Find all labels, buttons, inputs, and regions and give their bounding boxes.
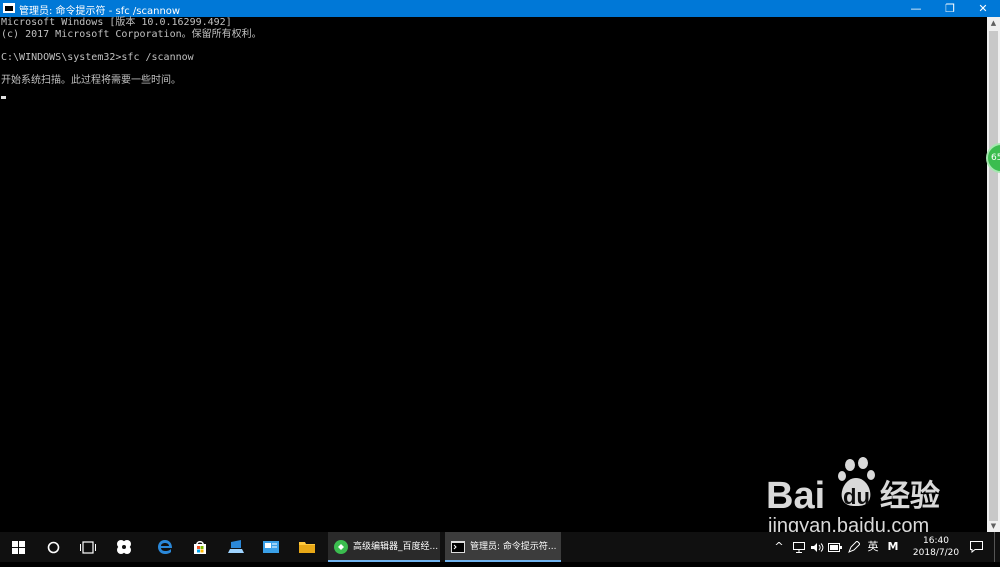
app-download-icon[interactable] [218, 532, 254, 562]
action-center-icon[interactable] [966, 532, 986, 562]
task-view-icon[interactable] [70, 532, 106, 562]
console-line: C:\WINDOWS\system32>sfc /scannow [1, 51, 194, 63]
ime-language-indicator[interactable]: 英 [864, 532, 882, 562]
ime-mode-indicator[interactable]: M [884, 532, 902, 562]
cmd-icon [3, 3, 15, 13]
console-scrollbar[interactable]: ▲ ▼ [987, 17, 1000, 532]
network-icon[interactable] [790, 532, 808, 562]
edge-browser-icon[interactable] [147, 532, 183, 562]
scrollbar-thumb[interactable] [989, 31, 998, 521]
svg-text:du: du [843, 484, 870, 509]
pen-workspace-icon[interactable] [845, 532, 863, 562]
taskbar-app-browser[interactable]: 高级编辑器_百度经... [328, 532, 440, 562]
volume-icon[interactable] [808, 532, 826, 562]
store-icon[interactable] [182, 532, 218, 562]
restore-button[interactable]: ❐ [933, 0, 967, 17]
taskbar-clock[interactable]: 16:40 2018/7/20 [908, 535, 964, 559]
cortana-search-icon[interactable] [35, 532, 71, 562]
show-desktop-button[interactable] [994, 532, 1000, 562]
console-line: Microsoft Windows [版本 10.0.16299.492] [1, 17, 232, 28]
scroll-down-arrow-icon[interactable]: ▼ [987, 520, 1000, 532]
clock-date: 2018/7/20 [912, 548, 960, 558]
browser-icon [334, 540, 348, 554]
taskbar: 高级编辑器_百度经... 管理员: 命令提示符... ^ 英 M 16:40 2… [0, 532, 1000, 562]
taskbar-app-label: 管理员: 命令提示符... [470, 542, 557, 552]
fan-app-icon[interactable] [106, 532, 142, 562]
baidu-watermark: Bai du 经验 jingyan.baidu.com [766, 457, 940, 536]
windows-start-icon[interactable] [0, 532, 36, 562]
window-titlebar[interactable]: 管理员: 命令提示符 - sfc /scannow — ❐ ✕ [0, 0, 1000, 17]
minimize-button[interactable]: — [899, 0, 933, 17]
mail-app-icon[interactable] [253, 532, 289, 562]
console-line: (c) 2017 Microsoft Corporation。保留所有权利。 [1, 28, 262, 40]
watermark-brand-suffix: 经验 [880, 479, 940, 514]
text-cursor [1, 96, 6, 99]
file-explorer-icon[interactable] [289, 532, 325, 562]
console-line: 开始系统扫描。此过程将需要一些时间。 [1, 75, 181, 86]
battery-icon[interactable] [826, 532, 844, 562]
taskbar-app-label: 高级编辑器_百度经... [353, 542, 439, 552]
clock-time: 16:40 [923, 536, 949, 546]
console-output[interactable]: Microsoft Windows [版本 10.0.16299.492] (c… [0, 17, 987, 532]
taskbar-app-cmd[interactable]: 管理员: 命令提示符... [445, 532, 561, 562]
close-button[interactable]: ✕ [966, 0, 1000, 17]
scroll-up-arrow-icon[interactable]: ▲ [987, 17, 1000, 29]
cmd-icon [451, 541, 465, 553]
show-hidden-icons-icon[interactable]: ^ [770, 532, 788, 562]
watermark-brand: Bai [766, 475, 825, 517]
window-title: 管理员: 命令提示符 - sfc /scannow [19, 6, 181, 17]
